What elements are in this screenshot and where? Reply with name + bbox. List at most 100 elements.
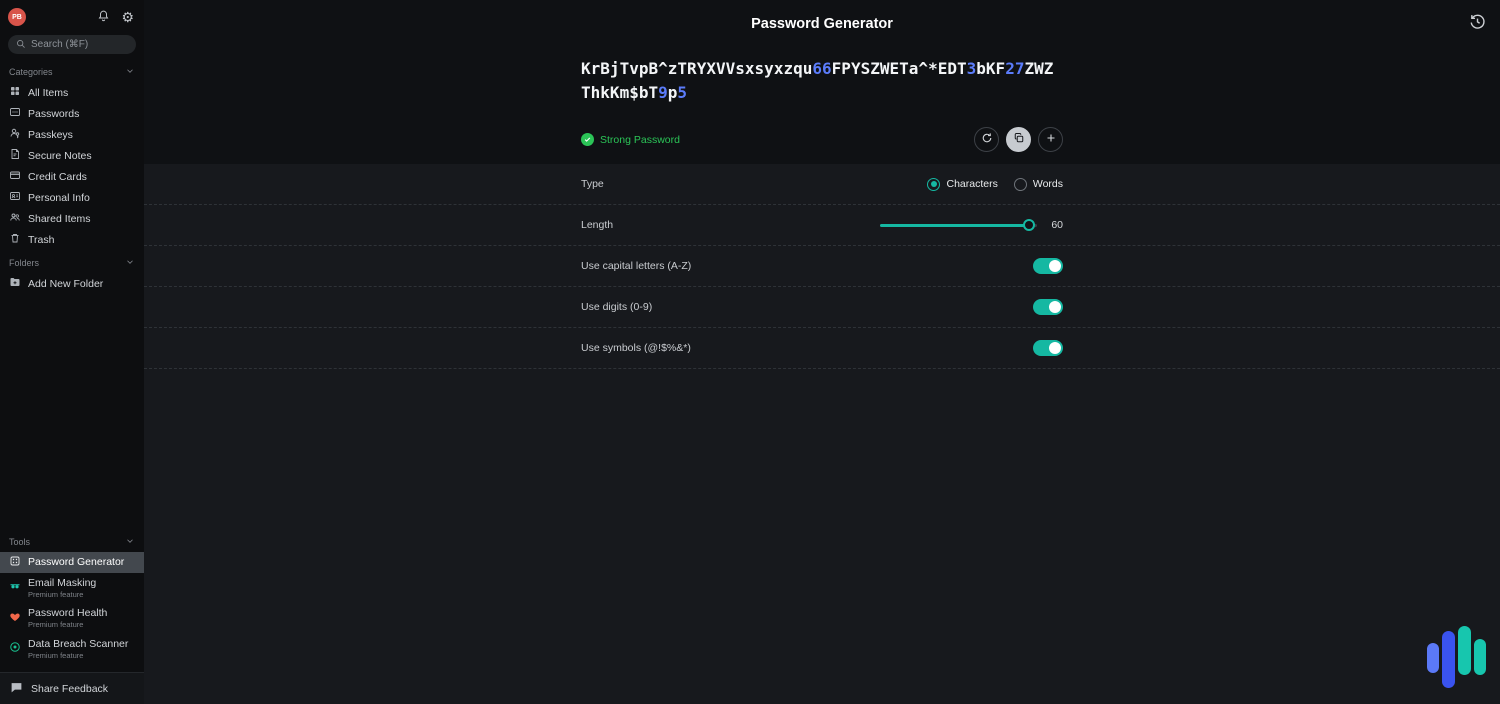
history-button[interactable]	[1469, 13, 1486, 33]
sidebar-item-label: Passwords	[28, 108, 79, 120]
sidebar-item-password-health[interactable]: Password Health Premium feature	[0, 603, 144, 634]
credit-card-icon	[9, 169, 21, 184]
regenerate-button[interactable]	[974, 127, 999, 152]
sidebar-item-label: All Items	[28, 87, 68, 99]
sidebar-item-trash[interactable]: Trash	[0, 229, 144, 250]
type-row: Type Characters Words	[144, 164, 1500, 205]
tools-section-label: Tools	[9, 537, 30, 547]
type-label: Type	[581, 178, 604, 190]
sidebar-item-label: Passkeys	[28, 129, 73, 141]
sidebar-item-personal-info[interactable]: Personal Info	[0, 187, 144, 208]
password-actions	[974, 127, 1063, 152]
slider-track	[880, 224, 1037, 227]
copy-icon	[1013, 132, 1025, 147]
digits-row: Use digits (0-9)	[144, 287, 1500, 328]
tools-section-header[interactable]: Tools	[0, 529, 144, 552]
length-label: Length	[581, 219, 613, 231]
sidebar-item-label: Password Generator	[28, 556, 124, 568]
share-feedback-button[interactable]: Share Feedback	[0, 672, 144, 704]
folders-section-header[interactable]: Folders	[0, 250, 144, 273]
app-window: PB ⚙ Categories Al	[0, 0, 1500, 704]
share-feedback-label: Share Feedback	[31, 683, 108, 695]
brand-capsule-blue	[1427, 643, 1439, 673]
sidebar-item-passwords[interactable]: Passwords	[0, 103, 144, 124]
password-text[interactable]: KrBjTvpB^zTRYXVVsxsyxzqu66FPYSZWETa^*EDT…	[581, 57, 1063, 105]
sidebar-item-add-new-folder[interactable]: Add New Folder	[0, 273, 144, 294]
chevron-down-icon	[125, 66, 135, 78]
sidebar-item-label: Shared Items	[28, 213, 90, 225]
history-clock-icon	[1469, 13, 1486, 33]
sidebar-item-data-breach-scanner[interactable]: Data Breach Scanner Premium feature	[0, 634, 144, 665]
length-slider[interactable]	[880, 219, 1037, 232]
slider-thumb[interactable]	[1023, 219, 1035, 231]
add-button[interactable]	[1038, 127, 1063, 152]
sidebar-item-passkeys[interactable]: Passkeys	[0, 124, 144, 145]
premium-feature-label: Premium feature	[28, 651, 128, 660]
radio-words-control[interactable]	[1014, 178, 1027, 191]
password-strength-label: Strong Password	[600, 134, 680, 146]
folders-section-label: Folders	[9, 258, 39, 268]
sidebar-item-credit-cards[interactable]: Credit Cards	[0, 166, 144, 187]
search-bar[interactable]	[8, 35, 136, 54]
sidebar-item-label: Secure Notes	[28, 150, 92, 162]
length-control-group: 60	[880, 219, 1063, 232]
search-icon	[16, 36, 26, 54]
brand-logo-decoration	[1427, 626, 1487, 688]
sidebar-item-label: Add New Folder	[28, 278, 103, 290]
page-header: Password Generator	[144, 0, 1500, 47]
sidebar-item-password-generator[interactable]: Password Generator	[0, 552, 144, 573]
dice-icon	[9, 555, 21, 570]
radio-characters-label: Characters	[946, 178, 997, 190]
user-avatar[interactable]: PB	[8, 8, 26, 26]
sidebar-top: PB ⚙	[0, 0, 144, 32]
radio-words-label: Words	[1033, 178, 1063, 190]
sidebar-item-label: Data Breach Scanner	[28, 638, 128, 651]
password-display-section: KrBjTvpB^zTRYXVVsxsyxzqu66FPYSZWETa^*EDT…	[144, 47, 1500, 164]
check-circle-icon	[581, 133, 594, 146]
sidebar-item-all-items[interactable]: All Items	[0, 82, 144, 103]
chevron-down-icon	[125, 536, 135, 548]
radio-option-characters[interactable]: Characters	[927, 178, 997, 191]
capital-letters-toggle[interactable]	[1033, 258, 1063, 274]
radar-icon	[9, 641, 21, 656]
chevron-down-icon	[125, 257, 135, 269]
brand-capsule-teal-tall	[1458, 626, 1471, 675]
refresh-icon	[981, 132, 993, 147]
gear-icon: ⚙	[121, 10, 134, 24]
sidebar-item-email-masking[interactable]: Email Masking Premium feature	[0, 573, 144, 604]
users-icon	[9, 211, 21, 226]
generator-settings: Type Characters Words Len	[144, 164, 1500, 369]
sidebar-item-label: Email Masking	[28, 577, 96, 590]
brand-capsule-teal-short	[1474, 639, 1486, 675]
type-radio-group: Characters Words	[927, 178, 1063, 191]
digits-toggle[interactable]	[1033, 299, 1063, 315]
symbols-toggle[interactable]	[1033, 340, 1063, 356]
id-card-icon	[9, 190, 21, 205]
copy-button[interactable]	[1006, 127, 1031, 152]
sidebar-item-shared-items[interactable]: Shared Items	[0, 208, 144, 229]
capital-letters-label: Use capital letters (A-Z)	[581, 260, 691, 272]
categories-section-header[interactable]: Categories	[0, 59, 144, 82]
password-card-icon	[9, 106, 21, 121]
radio-option-words[interactable]: Words	[1014, 178, 1063, 191]
sidebar-item-label: Password Health	[28, 607, 107, 620]
grid-icon	[9, 85, 21, 100]
mask-icon	[9, 580, 21, 595]
radio-characters-control[interactable]	[927, 178, 940, 191]
notifications-button[interactable]	[97, 9, 110, 25]
symbols-row: Use symbols (@!$%&*)	[144, 328, 1500, 369]
digits-label: Use digits (0-9)	[581, 301, 652, 313]
trash-icon	[9, 232, 21, 247]
sidebar-item-secure-notes[interactable]: Secure Notes	[0, 145, 144, 166]
password-strength: Strong Password	[581, 133, 680, 146]
search-input[interactable]	[31, 39, 128, 50]
heart-icon	[9, 611, 21, 626]
categories-section-label: Categories	[9, 67, 53, 77]
bell-icon	[97, 9, 110, 25]
premium-feature-label: Premium feature	[28, 590, 96, 599]
sidebar-item-label: Trash	[28, 234, 54, 246]
settings-button[interactable]: ⚙	[121, 10, 134, 24]
premium-feature-label: Premium feature	[28, 620, 107, 629]
page-title: Password Generator	[751, 16, 893, 32]
length-row: Length 60	[144, 205, 1500, 246]
